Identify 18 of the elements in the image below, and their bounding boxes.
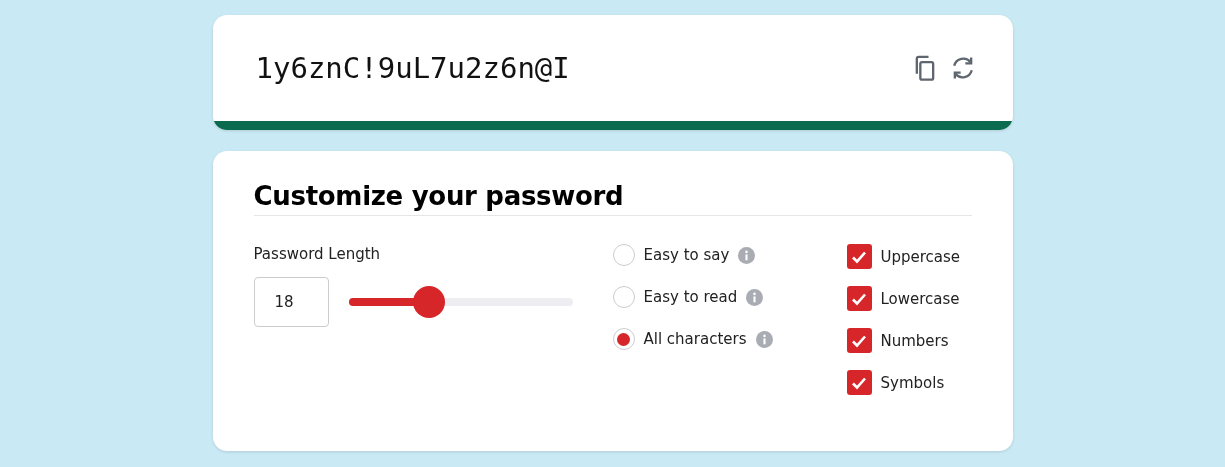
checkbox[interactable] — [846, 370, 872, 395]
generated-password: 1y6znC!9uL7u2z6n@I — [255, 51, 571, 85]
checkbox-label: Uppercase — [880, 247, 961, 266]
radio-label: Easy to say — [643, 246, 730, 264]
radio-label: Easy to read — [643, 288, 738, 306]
radio-label: All characters — [643, 330, 747, 348]
radio-button[interactable] — [612, 244, 635, 266]
checkbox-label: Numbers — [880, 331, 949, 350]
checkbox[interactable] — [846, 286, 872, 311]
section-title: Customize your password — [253, 181, 972, 216]
checkbox[interactable] — [846, 328, 872, 353]
radio-button[interactable] — [612, 328, 635, 350]
checkbox-label: Symbols — [880, 373, 945, 392]
checkbox[interactable] — [846, 244, 872, 269]
length-input[interactable]: 18 — [253, 277, 329, 327]
length-label: Password Length — [253, 245, 381, 263]
checkbox-label: Lowercase — [880, 289, 960, 308]
radio-button[interactable] — [612, 286, 635, 308]
